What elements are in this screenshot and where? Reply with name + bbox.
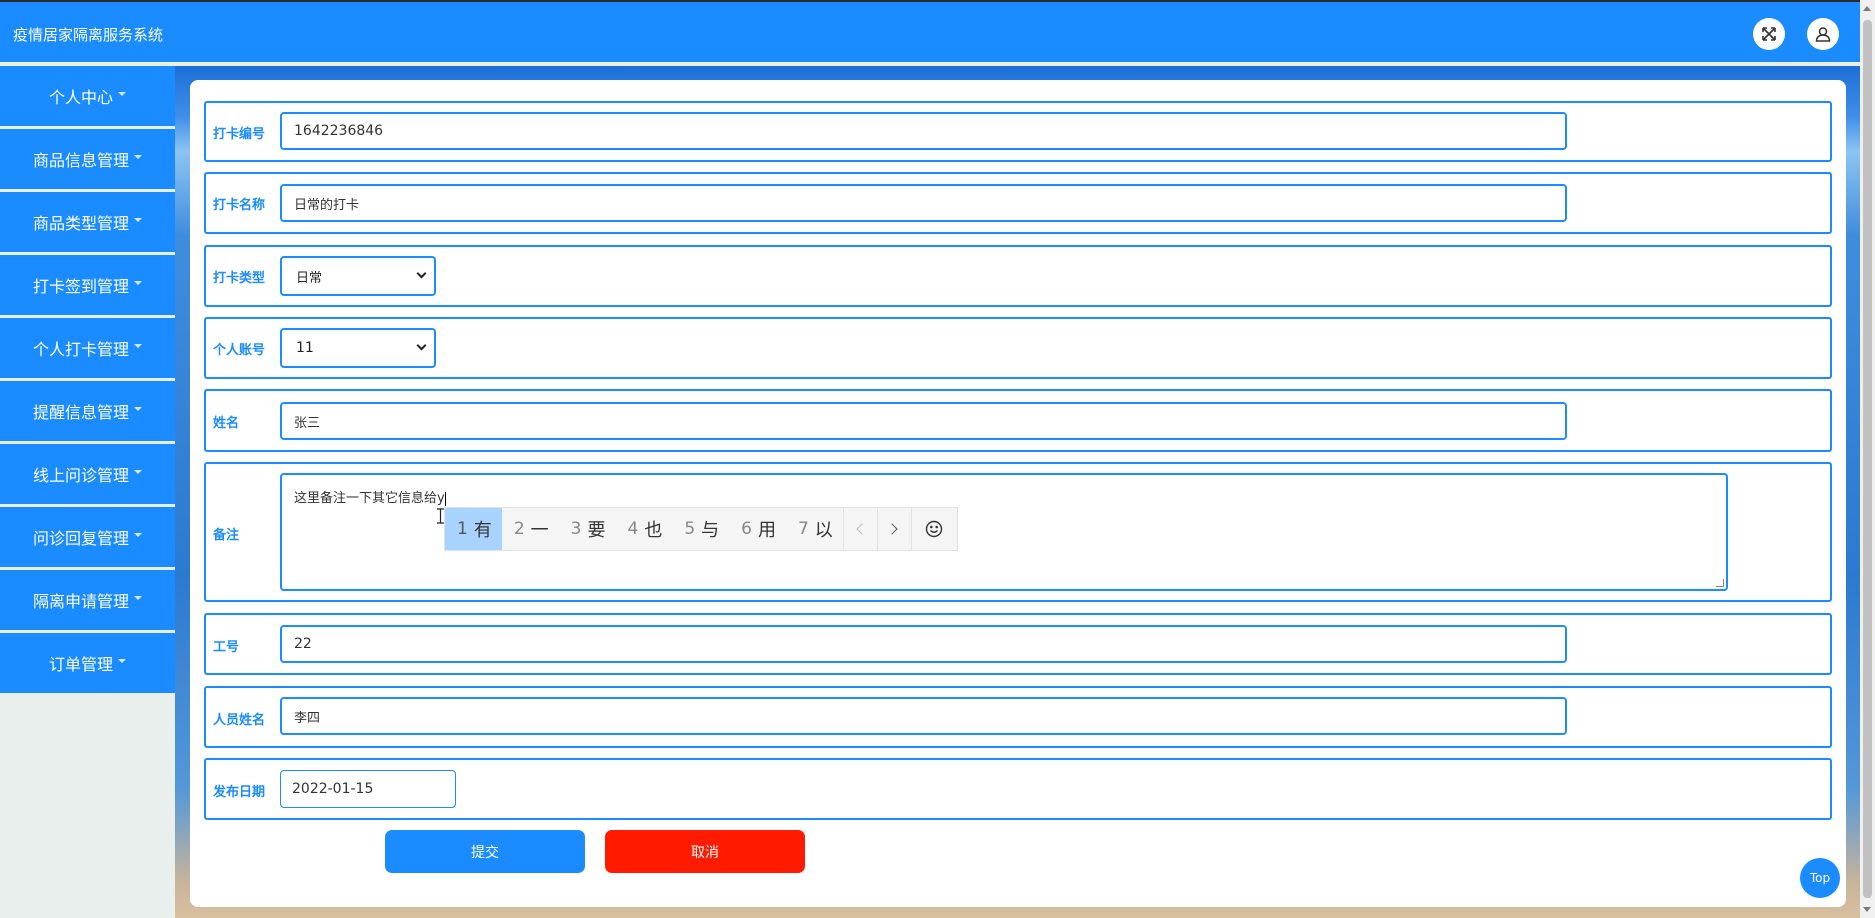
sidebar-item-isolation-apply[interactable]: 隔离申请管理 [0, 570, 175, 630]
account-select[interactable]: 11 [280, 328, 436, 368]
sidebar-item-goods-type[interactable]: 商品类型管理 [0, 192, 175, 252]
form-row-checkin-type: 打卡类型 [204, 245, 1832, 307]
user-icon [1815, 27, 1831, 42]
sidebar-item-label: 隔离申请管理 [32, 592, 129, 611]
sidebar-item-goods-info[interactable]: 商品信息管理 [0, 129, 175, 189]
cancel-button[interactable]: 取消 [605, 830, 805, 873]
staff-name-label: 人员姓名 [213, 713, 266, 728]
caret-down-icon [118, 92, 126, 96]
sidebar-item-personal-checkin[interactable]: 个人打卡管理 [0, 318, 175, 378]
sidebar-item-label: 提醒信息管理 [32, 403, 129, 422]
caret-down-icon [134, 533, 142, 537]
sidebar-item-label: 订单管理 [48, 655, 113, 674]
page-scrollbar[interactable] [1860, 0, 1875, 918]
top-bar: 疫情居家隔离服务系统 [0, 0, 1860, 62]
staff-no-label: 工号 [213, 640, 240, 655]
caret-down-icon [134, 596, 142, 600]
account-label: 个人账号 [213, 343, 266, 358]
submit-button[interactable]: 提交 [385, 830, 585, 873]
sidebar-item-label: 商品信息管理 [32, 151, 129, 170]
sidebar: 个人中心 商品信息管理 商品类型管理 打卡签到管理 个人打卡管理 提醒信息管理 … [0, 66, 175, 696]
checkin-name-label: 打卡名称 [213, 198, 266, 213]
fullscreen-button[interactable] [1753, 18, 1785, 50]
ime-candidate[interactable]: 5与 [672, 508, 729, 550]
scroll-thumb[interactable] [1863, 20, 1872, 898]
sidebar-item-label: 问诊回复管理 [32, 529, 129, 548]
caret-down-icon [118, 659, 126, 663]
caret-down-icon [134, 407, 142, 411]
name-input[interactable]: 张三 [280, 402, 1567, 440]
ime-emoji-button[interactable] [910, 508, 957, 550]
checkin-no-input[interactable]: 1642236846 [280, 112, 1567, 150]
chevron-left-icon [856, 523, 868, 535]
checkin-type-label: 打卡类型 [213, 271, 266, 286]
ime-candidate[interactable]: 6用 [729, 508, 786, 550]
sidebar-item-label: 个人中心 [48, 88, 113, 107]
sidebar-item-orders[interactable]: 订单管理 [0, 633, 175, 693]
ime-prev-page-button[interactable] [842, 508, 877, 550]
resize-handle[interactable] [1716, 579, 1724, 587]
ime-candidate[interactable]: 3要 [559, 508, 616, 550]
caret-down-icon [134, 281, 142, 285]
back-to-top-button[interactable]: Top [1800, 858, 1840, 898]
caret-down-icon [134, 155, 142, 159]
ime-candidate[interactable]: 1有 [445, 508, 502, 550]
sidebar-item-checkin[interactable]: 打卡签到管理 [0, 255, 175, 315]
sidebar-item-label: 打卡签到管理 [32, 277, 129, 296]
caret-down-icon [134, 344, 142, 348]
checkin-no-label: 打卡编号 [213, 127, 266, 142]
staff-no-input[interactable]: 22 [280, 625, 1567, 663]
form-row-account: 个人账号 [204, 317, 1832, 379]
caret-down-icon [134, 470, 142, 474]
remark-label: 备注 [213, 528, 240, 543]
sidebar-item-label: 线上问诊管理 [32, 466, 129, 485]
sidebar-item-online-consult[interactable]: 线上问诊管理 [0, 444, 175, 504]
name-label: 姓名 [213, 416, 240, 431]
ime-candidate[interactable]: 7以 [786, 508, 843, 550]
publish-date-input[interactable]: 2022-01-15 [280, 770, 456, 808]
sidebar-item-personal-center[interactable]: 个人中心 [0, 66, 175, 126]
ime-next-page-button[interactable] [876, 508, 911, 550]
chevron-down-icon [416, 268, 427, 279]
chevron-down-icon [416, 340, 427, 351]
staff-name-input[interactable]: 李四 [280, 697, 1567, 735]
publish-date-label: 发布日期 [213, 785, 266, 800]
ime-candidate[interactable]: 2一 [502, 508, 559, 550]
chevron-right-icon [886, 523, 898, 535]
checkin-name-input[interactable]: 日常的打卡 [280, 184, 1567, 222]
scroll-up-icon[interactable] [1863, 6, 1871, 11]
checkin-type-select[interactable]: 日常 [280, 256, 436, 296]
caret-down-icon [134, 218, 142, 222]
sidebar-item-reminder[interactable]: 提醒信息管理 [0, 381, 175, 441]
sidebar-item-consult-reply[interactable]: 问诊回复管理 [0, 507, 175, 567]
sidebar-item-label: 商品类型管理 [32, 214, 129, 233]
ime-candidate-bar: 1有 2一 3要 4也 5与 6用 7以 [444, 507, 958, 551]
checkin-type-value: 日常 [296, 270, 323, 286]
text-caret [444, 491, 446, 506]
user-button[interactable] [1807, 18, 1839, 50]
ime-candidate[interactable]: 4也 [615, 508, 672, 550]
fullscreen-icon [1762, 27, 1776, 41]
smiley-icon [926, 520, 943, 538]
scroll-down-icon[interactable] [1863, 907, 1871, 912]
sidebar-item-label: 个人打卡管理 [32, 340, 129, 359]
account-value: 11 [296, 340, 314, 356]
app-title: 疫情居家隔离服务系统 [13, 26, 164, 44]
remark-text: 这里备注一下其它信息给y [294, 491, 445, 506]
